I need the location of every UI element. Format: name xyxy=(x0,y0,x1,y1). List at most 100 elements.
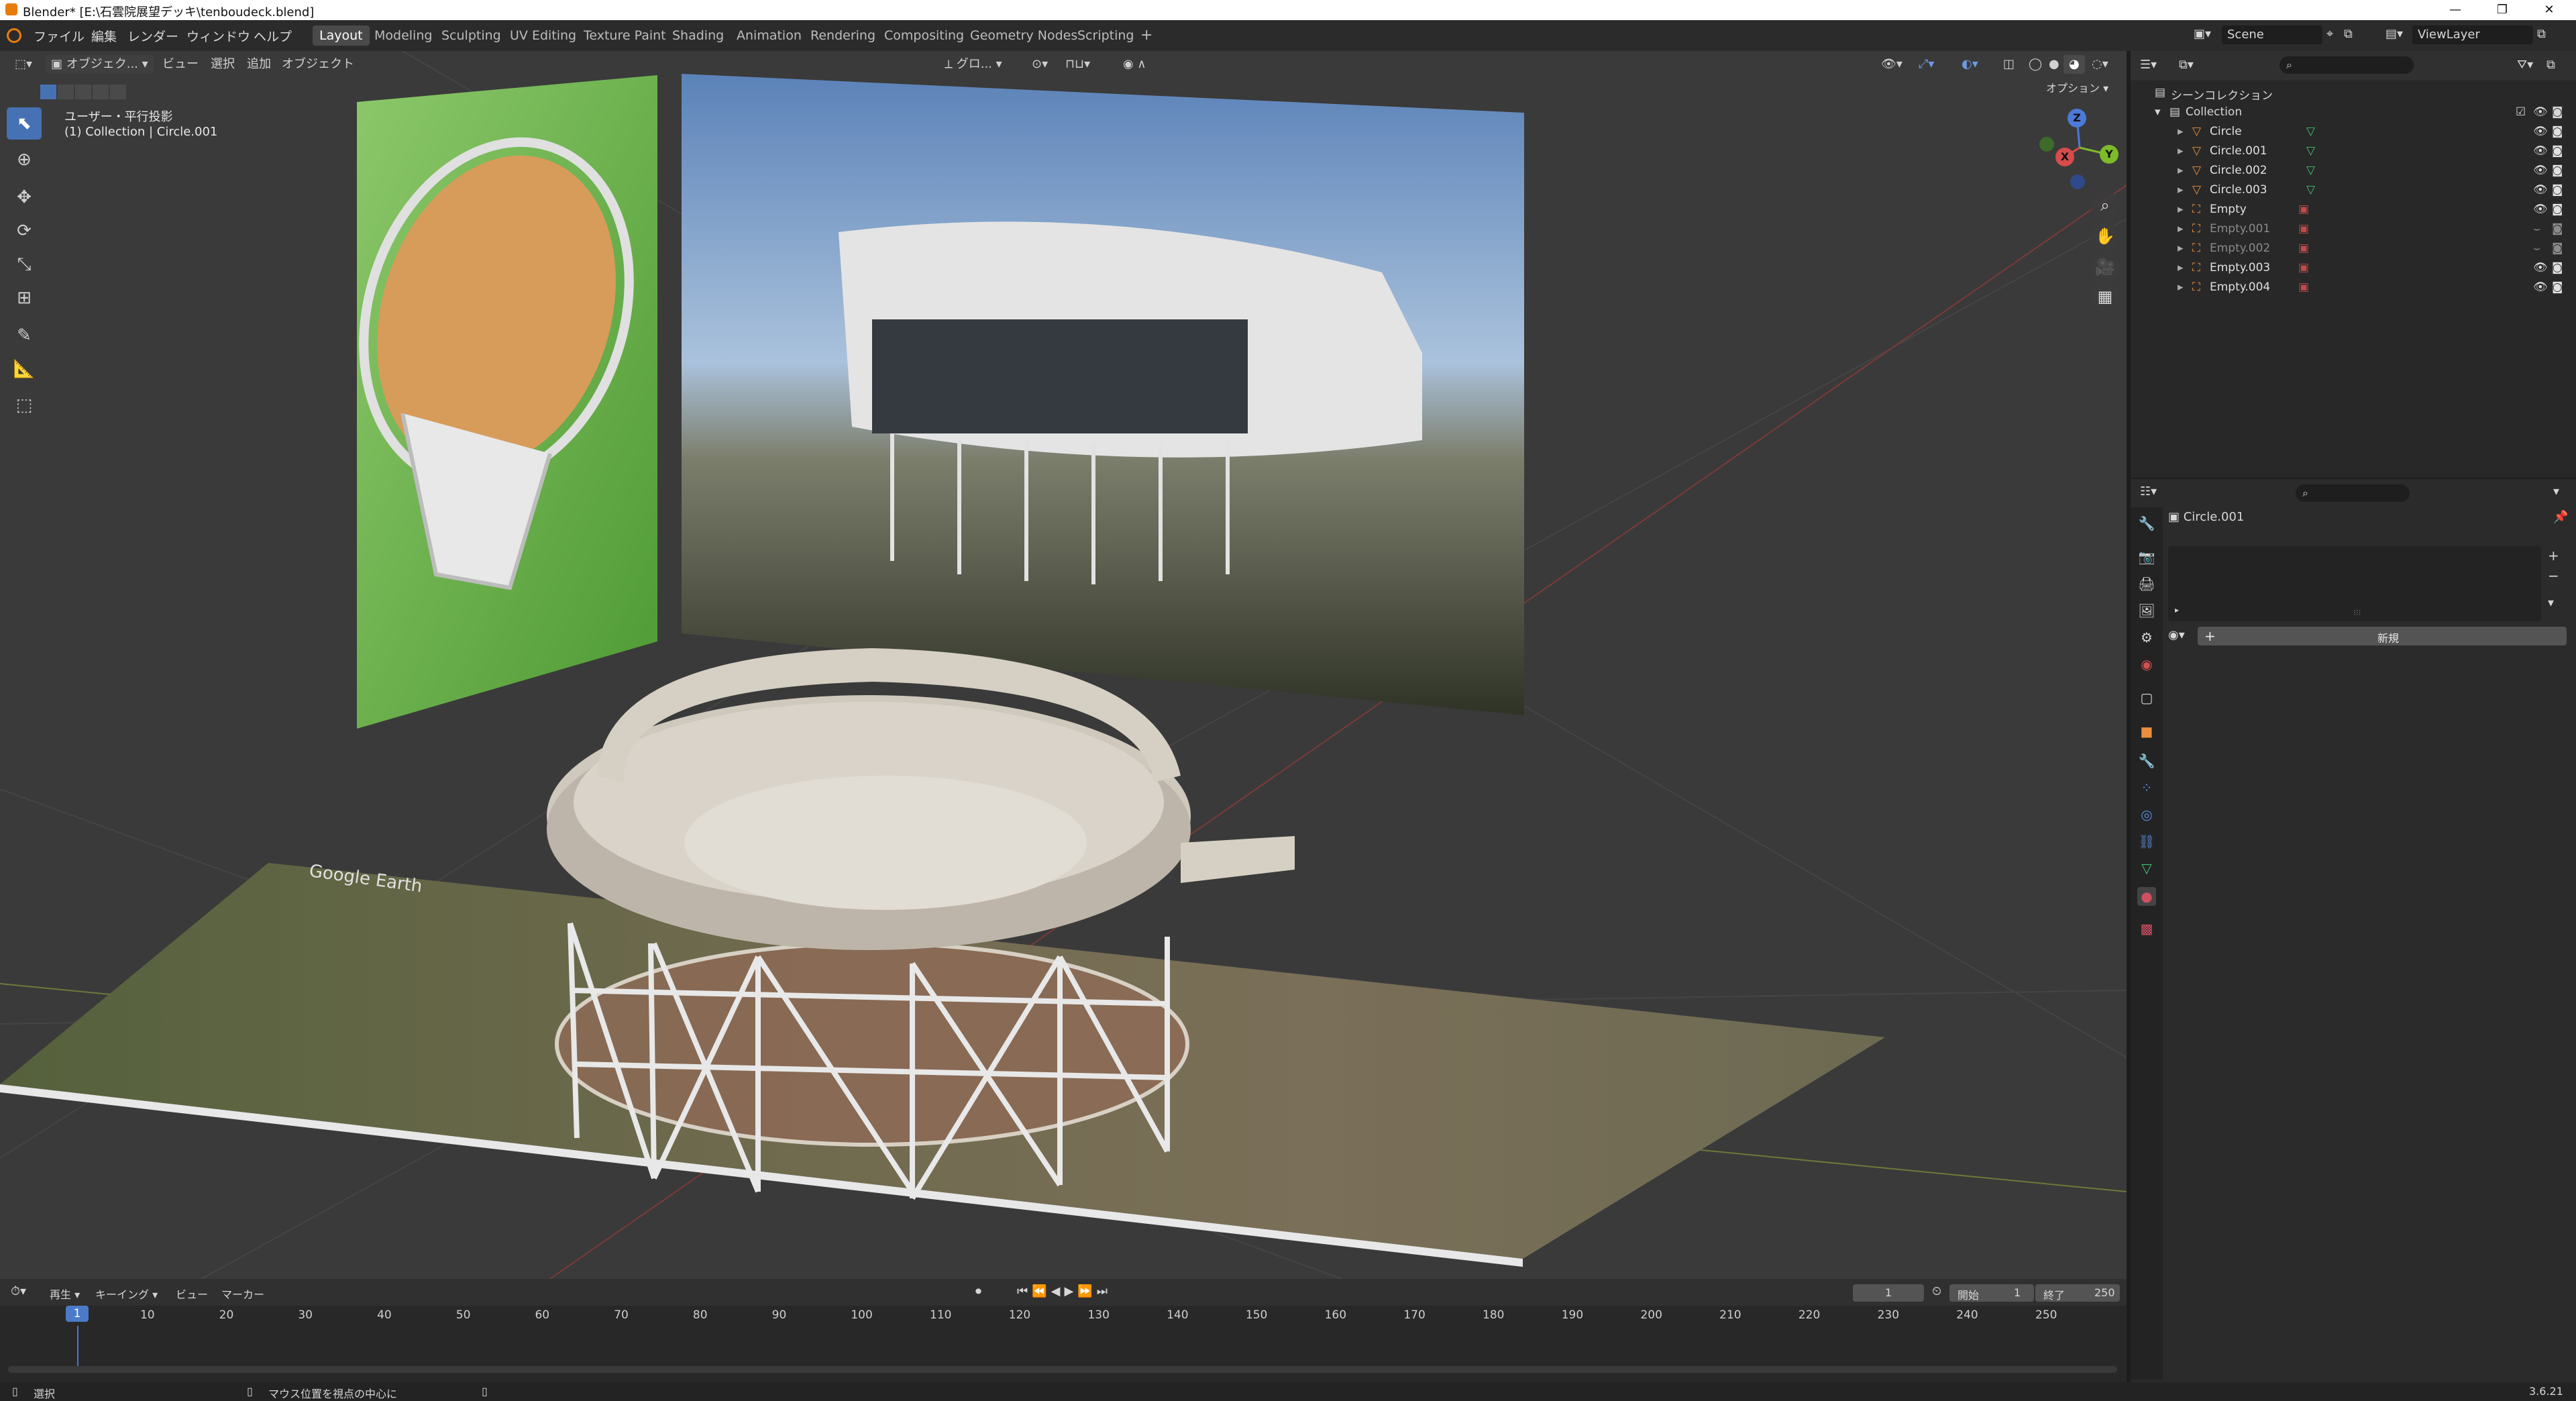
maximize-icon[interactable]: ❐ xyxy=(2482,0,2522,20)
move-icon[interactable]: ✥ xyxy=(7,181,42,213)
tab-rendering[interactable]: Rendering xyxy=(804,25,882,46)
xray-icon[interactable]: ◫ xyxy=(1998,55,2020,74)
menu-object[interactable]: オブジェクト xyxy=(276,55,360,74)
tool-tab-icon[interactable]: 🔧 xyxy=(2137,514,2156,533)
expand-icon[interactable]: ▸ xyxy=(2178,222,2184,236)
camera-render-icon[interactable]: ◙ xyxy=(2552,183,2563,197)
add-slot-icon[interactable]: + xyxy=(2548,548,2559,564)
resize-handle-icon[interactable]: ⁝⁝⁝ xyxy=(2353,608,2361,617)
image-data-icon[interactable]: ▣ xyxy=(2298,280,2309,294)
constraints-tab-icon[interactable]: ⛓ xyxy=(2137,832,2156,851)
eye-icon[interactable]: 👁 xyxy=(2533,183,2548,197)
image-data-icon[interactable]: ▣ xyxy=(2298,203,2309,216)
gizmo-y-axis[interactable]: Y xyxy=(2100,145,2118,164)
eye-icon[interactable]: 👁 xyxy=(2533,144,2548,158)
scene-field[interactable]: Scene xyxy=(2222,25,2322,44)
new-collection-icon[interactable]: ⧉ xyxy=(2546,58,2555,72)
minimize-icon[interactable]: — xyxy=(2435,0,2475,20)
eye-icon[interactable]: 👁 xyxy=(2533,125,2548,138)
snap-icon[interactable]: ⊓⊔▾ xyxy=(1060,55,1095,74)
zoom-icon[interactable]: ⌕ xyxy=(2090,191,2120,220)
object-tab-icon[interactable]: ■ xyxy=(2137,722,2156,741)
material-browse-icon[interactable]: ◉▾ xyxy=(2168,628,2185,642)
camera-render-icon[interactable]: ◙ xyxy=(2552,280,2563,294)
rendered-shading-icon[interactable]: ◌▾ xyxy=(2086,55,2114,74)
outliner-item[interactable]: ▸ ⛶ Empty.003 ▣ 👁 ◙ xyxy=(2131,258,2576,278)
new-material-button[interactable]: + 新規 xyxy=(2198,627,2567,645)
scene-selector-icon[interactable]: ▣▾ xyxy=(2194,27,2211,41)
prev-keyframe-icon[interactable]: ⏪ xyxy=(1032,1284,1051,1298)
gizmo-x-axis[interactable]: X xyxy=(2055,148,2074,166)
current-frame-field[interactable]: 1 xyxy=(1853,1284,1924,1302)
menu-window[interactable]: ウィンドウ xyxy=(186,27,250,45)
remove-slot-icon[interactable]: − xyxy=(2548,568,2559,584)
scale-icon[interactable]: ⤡ xyxy=(7,248,42,280)
camera-render-icon[interactable]: ◙ xyxy=(2552,242,2563,255)
expand-icon[interactable]: ▸ xyxy=(2178,125,2184,138)
camera-render-icon[interactable]: ◙ xyxy=(2552,261,2563,274)
annotate-icon[interactable]: ✎ xyxy=(7,319,42,352)
eye-icon[interactable]: 👁 xyxy=(2533,105,2548,119)
menu-view[interactable]: ビュー xyxy=(157,55,204,74)
pin-icon[interactable]: 📌 xyxy=(2553,510,2568,524)
jump-start-icon[interactable]: ⏮ xyxy=(1017,1284,1032,1298)
tab-modeling[interactable]: Modeling xyxy=(368,25,439,46)
camera-render-icon[interactable]: ◙ xyxy=(2552,203,2563,216)
play-icon[interactable]: ▶ xyxy=(1064,1284,1077,1298)
outliner-editor-icon[interactable]: ☰▾ xyxy=(2140,58,2157,72)
outliner-search[interactable]: ⌕ xyxy=(2279,56,2414,74)
eye-icon[interactable]: 👁 xyxy=(2533,280,2548,294)
material-shading-icon[interactable]: ◕ xyxy=(2063,55,2085,74)
timeline-menu-keying[interactable]: キーイング ▾ xyxy=(95,1286,158,1302)
tab-geometry-nodes[interactable]: Geometry Nodes xyxy=(963,25,1084,46)
perspective-grid-icon[interactable]: ▦ xyxy=(2090,282,2120,311)
jump-end-icon[interactable]: ⏭ xyxy=(1097,1284,1112,1298)
measure-icon[interactable]: 📐 xyxy=(7,353,42,385)
eye-icon[interactable]: 👁 xyxy=(2533,203,2548,216)
timeline-editor-icon[interactable]: ⏱▾ xyxy=(11,1284,26,1298)
gizmo-neg-y[interactable] xyxy=(2039,137,2054,152)
particles-tab-icon[interactable]: ⁘ xyxy=(2137,778,2156,797)
pin-icon[interactable]: ⌖ xyxy=(2326,27,2333,41)
new-scene-icon[interactable]: ⧉ xyxy=(2344,27,2353,41)
world-tab-icon[interactable]: ◉ xyxy=(2137,655,2156,674)
tab-layout[interactable]: Layout xyxy=(313,25,370,46)
image-data-icon[interactable]: ▣ xyxy=(2298,261,2309,274)
menu-edit[interactable]: 編集 xyxy=(91,27,117,45)
tab-animation[interactable]: Animation xyxy=(730,25,808,46)
next-keyframe-icon[interactable]: ⏩ xyxy=(1077,1284,1096,1298)
menu-file[interactable]: ファイル xyxy=(34,27,85,45)
outliner-item[interactable]: ▸ ⛶ Empty.001 ▣ ⌣ ◙ xyxy=(2131,219,2576,239)
outliner-item[interactable]: ▸ ▽ Circle.003 ▽ 👁 ◙ xyxy=(2131,180,2576,200)
scene-tab-icon[interactable]: ⚙ xyxy=(2137,628,2156,647)
expand-icon[interactable]: ▸ xyxy=(2178,261,2184,274)
physics-tab-icon[interactable]: ◎ xyxy=(2137,805,2156,824)
camera-render-icon[interactable]: ◙ xyxy=(2552,144,2563,158)
outliner-item[interactable]: ▸ ▽ Circle.002 ▽ 👁 ◙ xyxy=(2131,161,2576,180)
select-box-icon[interactable]: ⬉ xyxy=(7,107,42,140)
filter-icon[interactable]: ⛛▾ xyxy=(2517,58,2533,72)
data-tab-icon[interactable]: ▽ xyxy=(2137,859,2156,878)
timeline-scrollbar[interactable] xyxy=(8,1366,2117,1373)
select-intersect-icon[interactable] xyxy=(110,85,126,99)
view-layer-tab-icon[interactable]: 🖼 xyxy=(2137,601,2156,620)
select-new-icon[interactable] xyxy=(40,85,56,99)
eye-icon[interactable]: 👁 xyxy=(2533,164,2548,177)
gizmo-z-axis[interactable]: Z xyxy=(2068,109,2086,127)
overlay-toggle-icon[interactable]: ◐▾ xyxy=(1956,55,1984,74)
menu-select[interactable]: 選択 xyxy=(205,55,240,74)
outliner-item[interactable]: ▸ ⛶ Empty.004 ▣ 👁 ◙ xyxy=(2131,278,2576,297)
tab-compositing[interactable]: Compositing xyxy=(877,25,971,46)
outliner-item[interactable]: ▸ ⛶ Empty.002 ▣ ⌣ ◙ xyxy=(2131,239,2576,258)
image-data-icon[interactable]: ▣ xyxy=(2298,222,2309,236)
play-reverse-icon[interactable]: ◀ xyxy=(1051,1284,1065,1298)
properties-editor-icon[interactable]: ☷▾ xyxy=(2140,484,2157,499)
add-cube-icon[interactable]: ⬚ xyxy=(7,389,42,421)
camera-icon[interactable]: 🎥 xyxy=(2090,252,2120,282)
view-layer-field[interactable]: ViewLayer xyxy=(2412,25,2533,44)
output-tab-icon[interactable]: 🖨 xyxy=(2137,574,2156,593)
expand-icon[interactable]: ▸ xyxy=(2178,164,2184,177)
display-mode-icon[interactable]: ⧉▾ xyxy=(2179,58,2194,72)
menu-render[interactable]: レンダー xyxy=(127,27,178,45)
slot-menu-icon[interactable]: ▾ xyxy=(2548,596,2554,610)
